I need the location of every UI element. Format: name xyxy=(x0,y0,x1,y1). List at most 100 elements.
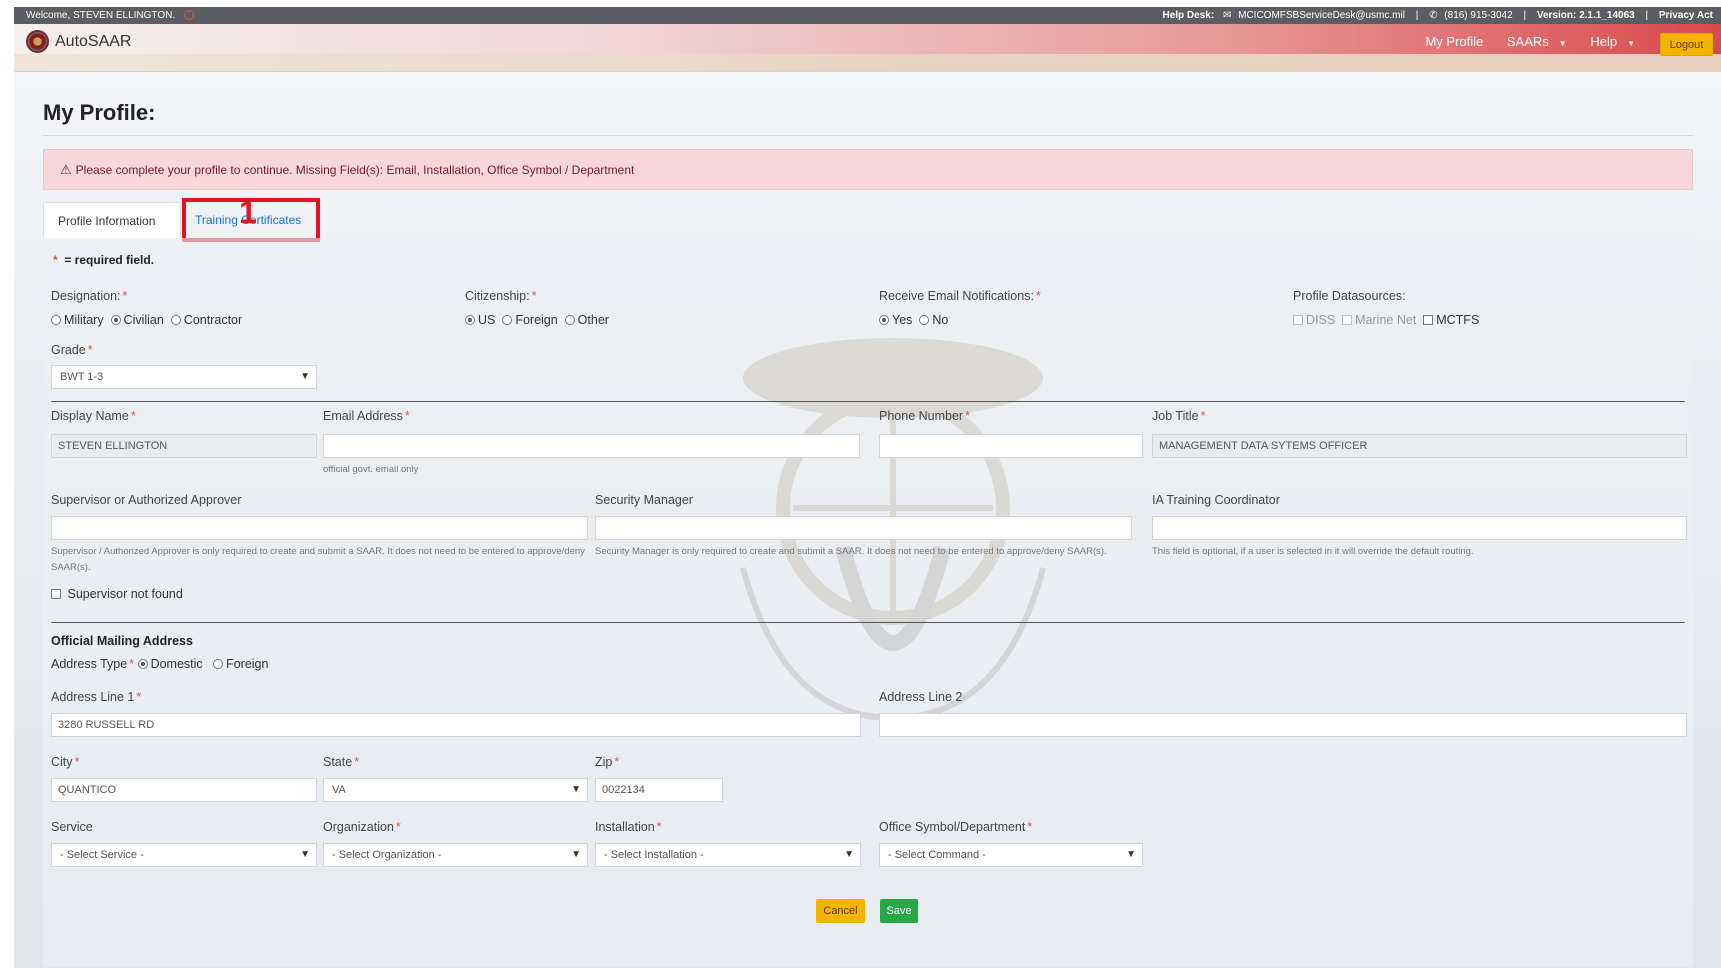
email-notifications-label: Receive Email Notifications: * xyxy=(879,289,1041,303)
chevron-down-icon: ▼ xyxy=(571,784,581,795)
installation-label-text: Installation xyxy=(595,820,655,834)
address-type-group: Address Type * Domestic Foreign xyxy=(51,657,268,671)
organization-select[interactable]: - Select Organization - ▼ xyxy=(323,843,588,867)
city-label: City * xyxy=(51,755,79,769)
mailing-address-heading: Official Mailing Address xyxy=(51,634,193,648)
office-symbol-label-text: Office Symbol/Department xyxy=(879,820,1026,834)
citizenship-option-foreign[interactable]: Foreign xyxy=(502,313,558,327)
address-line2-field[interactable] xyxy=(879,713,1687,737)
welcome-text: Welcome, STEVEN ELLINGTON. xyxy=(26,10,176,21)
required-asterisk: * xyxy=(395,820,401,834)
mail-icon: ✉ xyxy=(1222,10,1232,21)
logout-button[interactable]: Logout xyxy=(1660,33,1713,56)
service-select[interactable]: - Select Service - ▼ xyxy=(51,843,317,867)
display-name-label: Display Name * xyxy=(51,409,136,423)
required-asterisk: * xyxy=(130,409,136,423)
address-line1-label: Address Line 1 * xyxy=(51,690,141,704)
state-select[interactable]: VA ▼ xyxy=(323,778,588,802)
save-button[interactable]: Save xyxy=(880,899,918,923)
main-navbar: AutoSAAR My Profile SAARs ▼ Help ▼ Logout xyxy=(14,24,1721,72)
datasource-diss-label: DISS xyxy=(1306,313,1336,327)
ia-coordinator-field[interactable] xyxy=(1152,516,1687,540)
datasource-mctfs[interactable]: MCTFS xyxy=(1423,313,1479,327)
privacy-act-link[interactable]: Privacy Act xyxy=(1659,10,1713,21)
address-line1-field[interactable]: 3280 RUSSELL RD xyxy=(51,713,861,737)
security-manager-field[interactable] xyxy=(595,516,1132,540)
address-type-domestic[interactable]: Domestic xyxy=(137,657,203,671)
designation-option-contractor[interactable]: Contractor xyxy=(170,313,242,327)
supervisor-field[interactable] xyxy=(51,516,588,540)
datasources-label: Profile Datasources: xyxy=(1293,289,1406,303)
checkbox-box xyxy=(1423,315,1434,325)
required-note: * = required field. xyxy=(51,253,154,267)
phone-number-field[interactable] xyxy=(879,434,1143,458)
caret-down-icon: ▼ xyxy=(1627,39,1635,48)
datasource-mctfs-label: MCTFS xyxy=(1436,313,1480,327)
designation-radio-group: Military Civilian Contractor xyxy=(51,313,242,327)
help-desk-email[interactable]: MCICOMFSBServiceDesk@usmc.mil xyxy=(1238,10,1405,21)
required-asterisk: * xyxy=(614,755,620,769)
ia-coordinator-label: IA Training Coordinator xyxy=(1152,493,1280,507)
datasource-diss: DISS xyxy=(1293,313,1335,327)
citizenship-option-us[interactable]: US xyxy=(465,313,495,327)
email-notifications-option-no[interactable]: No xyxy=(919,313,948,327)
email-notifications-option-yes-label: Yes xyxy=(892,313,913,327)
email-help-text: official govt. email only xyxy=(323,464,419,475)
service-select-value: - Select Service - xyxy=(60,849,144,861)
nav-my-profile[interactable]: My Profile xyxy=(1425,34,1483,49)
citizenship-option-foreign-label: Foreign xyxy=(515,313,558,327)
welcome-area: Welcome, STEVEN ELLINGTON. ! xyxy=(26,7,194,24)
helpdesk-area: Help Desk: ✉ MCICOMFSBServiceDesk@usmc.m… xyxy=(1162,7,1713,24)
citizenship-option-other[interactable]: Other xyxy=(564,313,609,327)
grade-select[interactable]: BWT 1-3 ▼ xyxy=(51,365,317,389)
radio-circle xyxy=(110,315,121,325)
email-notifications-option-yes[interactable]: Yes xyxy=(879,313,912,327)
top-info-bar: Welcome, STEVEN ELLINGTON. ! Help Desk: … xyxy=(14,7,1721,24)
datasources-checkbox-group: DISS Marine Net MCTFS xyxy=(1293,313,1479,327)
radio-circle xyxy=(465,315,475,325)
brand[interactable]: AutoSAAR xyxy=(26,30,131,53)
version-text: Version: 2.1.1_14063 xyxy=(1536,10,1635,21)
nav-help-dropdown[interactable]: Help ▼ xyxy=(1580,34,1635,49)
tab-profile-information[interactable]: Profile Information xyxy=(43,202,181,238)
required-asterisk: * xyxy=(1200,409,1206,423)
phone-number-label: Phone Number * xyxy=(879,409,970,423)
designation-option-civilian[interactable]: Civilian xyxy=(110,313,164,327)
grade-label: Grade * xyxy=(51,343,93,357)
installation-select[interactable]: - Select Installation - ▼ xyxy=(595,843,861,867)
office-symbol-select[interactable]: - Select Command - ▼ xyxy=(879,843,1143,867)
info-icon[interactable]: ! xyxy=(183,10,194,21)
page-title: My Profile: xyxy=(43,100,156,125)
address-line2-label: Address Line 2 xyxy=(879,690,963,704)
supervisor-not-found-label: Supervisor not found xyxy=(67,587,183,601)
cancel-button[interactable]: Cancel xyxy=(816,899,865,923)
required-asterisk: * xyxy=(1027,820,1033,834)
state-label: State * xyxy=(323,755,359,769)
designation-option-military[interactable]: Military xyxy=(51,313,104,327)
radio-circle xyxy=(919,315,930,325)
radio-circle xyxy=(137,659,148,669)
job-title-label-text: Job Title xyxy=(1152,409,1199,423)
security-manager-label: Security Manager xyxy=(595,493,693,507)
email-notifications-option-no-label: No xyxy=(932,313,949,327)
nav-saars-dropdown[interactable]: SAARs ▼ xyxy=(1497,34,1567,49)
email-address-field[interactable] xyxy=(323,434,860,458)
job-title-label: Job Title * xyxy=(1152,409,1205,423)
state-label-text: State xyxy=(323,755,353,769)
annotation-highlight-box: 1 xyxy=(182,194,320,242)
grade-select-value: BWT 1-3 xyxy=(60,371,104,383)
separator: | xyxy=(1523,10,1527,21)
datasource-marine-net-label: Marine Net xyxy=(1355,313,1417,327)
address-type-domestic-label: Domestic xyxy=(150,657,203,671)
zip-field[interactable]: 0022134 xyxy=(595,778,723,802)
service-label: Service xyxy=(51,820,93,834)
divider xyxy=(43,135,1693,136)
designation-option-military-label: Military xyxy=(64,313,104,327)
radio-circle xyxy=(51,315,61,325)
address-type-foreign[interactable]: Foreign xyxy=(213,657,268,671)
installation-label: Installation * xyxy=(595,820,662,834)
separator: | xyxy=(1415,10,1419,21)
supervisor-not-found-checkbox[interactable]: Supervisor not found xyxy=(51,587,183,601)
city-field[interactable]: QUANTICO xyxy=(51,778,317,802)
navbar-decorative-strip xyxy=(14,54,1721,71)
